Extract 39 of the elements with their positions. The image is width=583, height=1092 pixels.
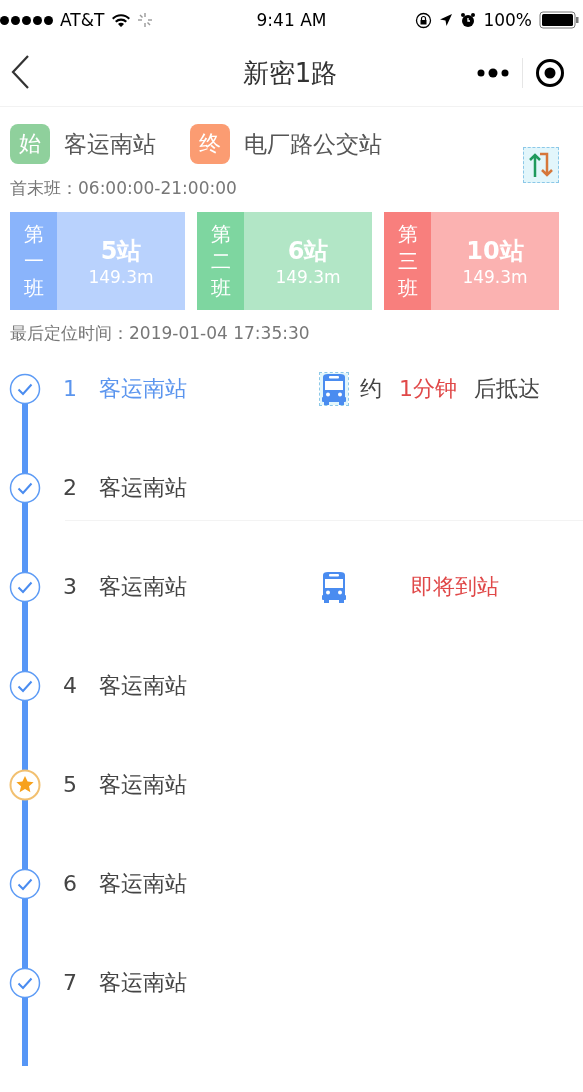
- swap-direction-button[interactable]: [523, 147, 559, 183]
- shift-label: 第三班: [397, 220, 418, 302]
- clock: 9:41 AM: [255, 10, 328, 30]
- start-badge: 始: [10, 124, 50, 164]
- spinner-icon: [138, 13, 153, 27]
- battery-percent: 100%: [483, 10, 532, 30]
- lock-rotation-icon: [415, 11, 433, 29]
- bus-icon: [320, 571, 348, 603]
- stop-item[interactable]: 7 客运南站: [63, 967, 187, 999]
- stop-item[interactable]: 5 客运南站: [63, 769, 187, 801]
- arrival-estimate: 约 1分钟 后抵达: [360, 375, 540, 403]
- battery-icon: [539, 11, 579, 29]
- carrier: AT&T: [60, 10, 105, 30]
- more-button[interactable]: [476, 67, 510, 79]
- stop-item[interactable]: 6 客运南站: [63, 868, 187, 900]
- stop-count: 6站: [287, 236, 329, 267]
- alarm-icon: [460, 12, 477, 28]
- stop-item[interactable]: 4 客运南站: [63, 670, 187, 702]
- service-hours: 首末班：06:00:00-21:00:00: [10, 177, 238, 200]
- distance: 149.3m: [462, 267, 528, 287]
- bus-icon: [320, 373, 348, 405]
- distance: 149.3m: [275, 267, 341, 287]
- last-located-time: 最后定位时间：2019-01-04 17:35:30: [10, 322, 311, 345]
- end-station: 电厂路公交站: [244, 129, 382, 159]
- stop-count: 10站: [466, 236, 524, 267]
- start-station: 客运南站: [64, 129, 156, 159]
- stop-count: 5站: [100, 236, 142, 267]
- arrival-status: 即将到站: [411, 573, 499, 601]
- wifi-icon: [111, 12, 132, 28]
- location-arrow-icon: [439, 13, 454, 27]
- end-badge: 终: [190, 124, 230, 164]
- stop-item[interactable]: 2 客运南站: [63, 472, 187, 504]
- stop-item[interactable]: 3 客运南站: [63, 571, 187, 603]
- signal-icon: [0, 15, 53, 25]
- distance: 149.3m: [88, 267, 154, 287]
- page-title: 新密1路: [241, 56, 339, 90]
- shift-label: 第一班: [23, 220, 44, 302]
- close-mini-program-button[interactable]: [535, 58, 565, 88]
- shift-label: 第二班: [210, 220, 231, 302]
